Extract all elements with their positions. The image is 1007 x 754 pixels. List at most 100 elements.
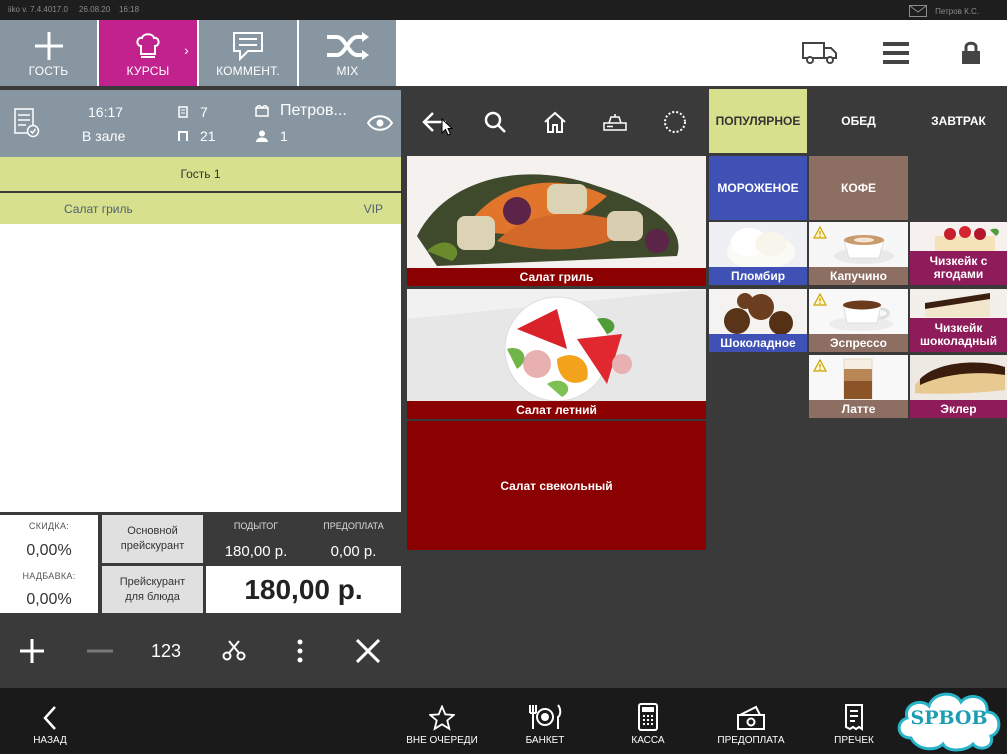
category-icecream-label: МОРОЖЕНОЕ [717,181,799,195]
product-salad-beet-name: Салат свекольный [500,478,613,493]
add-guest-label: ГОСТЬ [28,64,69,78]
order-time: 16:17 [88,104,124,120]
category-coffee-label: КОФЕ [841,181,876,195]
product-salad-grill[interactable]: Салат гриль [407,156,706,286]
menu-back-button[interactable] [405,90,465,154]
more-vertical-icon [297,639,303,663]
order-header: 16:17 В зале 7 21 Петров... 1 [0,90,401,157]
category-breakfast-label: ЗАВТРАК [931,114,986,128]
plombir-image [709,222,807,267]
scale-icon [603,114,627,131]
order-item-tag: VIP [363,202,383,216]
truck-icon [802,42,837,64]
order-items-area [0,224,401,512]
product-cheesecake-berries-name: Чизкейк с ягодами [910,251,1007,285]
subtotal-label: ПОДЫТОГ [233,521,279,531]
watermark-logo: SPBOB [893,686,1005,752]
spinner-icon [664,111,686,133]
courses-label: КУРСЫ [126,64,170,78]
menu-search-button[interactable] [465,90,525,154]
product-salad-grill-name: Салат гриль [407,268,706,286]
chevron-right-icon: › [184,42,189,58]
waiter-icon [255,105,269,117]
shuffle-icon [326,32,369,60]
product-chocolate[interactable]: Шоколадное [709,289,807,352]
numpad-button[interactable]: 123 [140,633,192,669]
guest-header[interactable]: Гость 1 [0,157,401,191]
banquet-label: БАНКЕТ [525,734,565,746]
product-salad-beet[interactable]: Салат свекольный [407,421,706,550]
precheck-button[interactable]: ПРЕЧЕК [826,688,882,754]
dish-pricelist-label: Прейскурант для блюда [119,575,186,603]
product-plombir[interactable]: Пломбир [709,222,807,285]
order-item-name: Салат гриль [64,202,133,216]
courses-button[interactable]: КУРСЫ › [99,20,197,86]
comment-icon [233,32,263,61]
product-latte[interactable]: Латте [809,355,908,418]
order-list-icon[interactable] [14,108,40,138]
delete-button[interactable] [348,633,388,669]
category-lunch[interactable]: ОБЕД [809,89,908,153]
total-value: 180,00 р. [244,573,363,605]
product-espresso[interactable]: Эспрессо [809,289,908,352]
comment-button[interactable]: КОММЕНТ. [199,20,297,86]
delivery-button[interactable] [790,20,850,86]
split-button[interactable] [214,633,254,669]
product-cheesecake-chocolate-name: Чизкейк шоколадный [910,318,1007,352]
status-right: Петров К.С. [909,5,979,17]
prepayment-button[interactable]: ПРЕДОПЛАТА [711,688,791,754]
minus-icon [87,649,113,653]
product-cheesecake-chocolate[interactable]: Чизкейк шоколадный [910,289,1007,352]
close-icon [356,639,380,663]
out-of-turn-label: ВНЕ ОЧЕРЕДИ [406,734,478,746]
product-cappuccino[interactable]: Капучино [809,222,908,285]
cashier-button[interactable]: КАССА [618,688,678,754]
category-popular[interactable]: ПОПУЛЯРНОЕ [709,89,807,153]
category-coffee[interactable]: КОФЕ [809,156,908,220]
menu-loading-button[interactable] [645,90,705,154]
order-item-row[interactable]: Салат гриль VIP [0,193,401,224]
banquet-button[interactable]: БАНКЕТ [515,688,575,754]
guest-count: 1 [280,128,288,144]
receipt-icon [845,703,863,731]
product-eclair-name: Эклер [910,400,1007,418]
product-eclair[interactable]: Эклер [910,355,1007,418]
warning-icon [813,293,827,306]
menu-home-button[interactable] [525,90,585,154]
money-icon [737,705,765,730]
guest-label: Гость 1 [180,167,221,181]
mix-button[interactable]: MIX [299,20,396,86]
product-cheesecake-berries[interactable]: Чизкейк с ягодами [910,222,1007,285]
app-version: iiko v. 7.4.4017.0 [8,5,68,14]
mail-icon[interactable] [909,5,928,17]
back-button[interactable]: НАЗАД [18,688,82,754]
decrease-button[interactable] [80,633,120,669]
eye-icon[interactable] [367,115,393,131]
status-date: 26.08.20 [79,5,111,14]
prepay-label: ПРЕДОПЛАТА [323,521,384,531]
discount-panel[interactable]: СКИДКА: 0,00% НАДБАВКА: 0,00% [0,515,98,613]
warning-icon [813,226,827,239]
lock-button[interactable] [941,20,1001,86]
dish-pricelist-button[interactable]: Прейскурант для блюда [102,566,203,613]
product-salad-summer[interactable]: Салат летний [407,289,706,419]
warning-icon [813,359,827,372]
add-guest-button[interactable]: ГОСТЬ [0,20,97,86]
out-of-turn-button[interactable]: ВНЕ ОЧЕРЕДИ [402,688,482,754]
menu-button[interactable] [866,20,926,86]
star-icon [429,704,455,731]
category-icecream[interactable]: МОРОЖЕНОЕ [709,156,807,220]
scissors-icon [222,640,246,661]
chef-hat-icon [136,33,160,58]
menu-scale-button[interactable] [585,90,645,154]
more-button[interactable] [280,633,320,669]
person-icon [256,130,268,142]
cheesecake-chocolate-image [910,289,1007,319]
back-label: НАЗАД [33,734,67,746]
category-breakfast[interactable]: ЗАВТРАК [910,89,1007,153]
product-chocolate-name: Шоколадное [709,334,807,352]
surcharge-label: НАДБАВКА: [22,571,76,581]
salad-summer-image [407,289,706,401]
main-pricelist-button[interactable]: Основной прейскурант [102,515,203,563]
increase-button[interactable] [12,633,52,669]
